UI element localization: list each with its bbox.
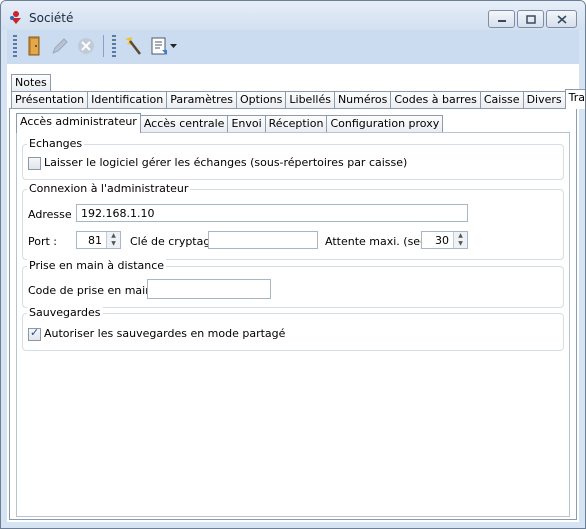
toolbar bbox=[9, 31, 180, 61]
wizard-button[interactable] bbox=[120, 33, 146, 59]
societe-window: Société Notes Présentation Identificatio… bbox=[0, 0, 586, 529]
tab-identification[interactable]: Identification bbox=[87, 91, 168, 109]
port-value: 81 bbox=[88, 234, 102, 247]
tab-libelles[interactable]: Libellés bbox=[285, 91, 335, 109]
tabs-top-row: Notes bbox=[11, 74, 51, 92]
tab-caisse[interactable]: Caisse bbox=[479, 91, 524, 109]
shared-backups-label: Autoriser les sauvegardes en mode partag… bbox=[44, 327, 286, 340]
minimize-button[interactable] bbox=[488, 10, 515, 28]
encryption-key-input[interactable] bbox=[208, 231, 318, 249]
wand-icon bbox=[125, 37, 141, 55]
subtab-acces-centrale[interactable]: Accès centrale bbox=[139, 115, 229, 133]
remote-code-input[interactable] bbox=[147, 279, 271, 299]
tab-notes[interactable]: Notes bbox=[11, 74, 51, 92]
client-area: Notes Présentation Identification Paramètr… bbox=[7, 64, 585, 522]
admin-connection-group: Connexion à l'administrateur Adresse : 1… bbox=[22, 182, 564, 260]
address-input[interactable]: 192.168.1.10 bbox=[76, 204, 468, 222]
backups-group: Sauvegardes Autoriser les sauvegardes en… bbox=[22, 306, 564, 351]
manage-exchanges-checkbox[interactable] bbox=[28, 157, 41, 170]
backups-group-title: Sauvegardes bbox=[27, 306, 103, 319]
toolbar-grip[interactable] bbox=[112, 35, 116, 57]
tab-parametres[interactable]: Paramètres bbox=[166, 91, 237, 109]
address-label: Adresse : bbox=[28, 208, 79, 221]
toolbar-area bbox=[7, 30, 579, 64]
tab-codes-a-barres[interactable]: Codes à barres bbox=[390, 91, 481, 109]
chevron-down-icon bbox=[169, 44, 177, 48]
port-spin-buttons[interactable]: ▲ ▼ bbox=[106, 232, 120, 248]
document-list-icon bbox=[151, 37, 167, 55]
spin-down-icon[interactable]: ▼ bbox=[454, 240, 467, 248]
tab-presentation[interactable]: Présentation bbox=[11, 91, 89, 109]
remote-control-group-title: Prise en main à distance bbox=[27, 259, 167, 272]
spin-down-icon[interactable]: ▼ bbox=[107, 240, 120, 248]
toolbar-separator bbox=[103, 35, 104, 57]
tab-numeros[interactable]: Numéros bbox=[333, 91, 392, 109]
timeout-spin-buttons[interactable]: ▲ ▼ bbox=[453, 232, 467, 248]
port-label: Port : bbox=[28, 235, 58, 248]
remote-code-label: Code de prise en main : bbox=[28, 284, 160, 297]
acces-admin-panel: Echanges Laisser le logiciel gérer les é… bbox=[16, 132, 570, 517]
timeout-value: 30 bbox=[435, 234, 449, 247]
minimize-icon bbox=[497, 20, 506, 22]
admin-connection-group-title: Connexion à l'administrateur bbox=[27, 182, 191, 195]
pencil-edit-icon bbox=[52, 38, 68, 54]
app-logo-icon bbox=[10, 11, 21, 24]
close-icon bbox=[556, 14, 567, 24]
report-dropdown-button[interactable] bbox=[146, 33, 180, 59]
subtab-acces-administrateur[interactable]: Accès administrateur bbox=[16, 113, 141, 133]
subtab-envoi[interactable]: Envoi bbox=[227, 115, 266, 133]
subtab-configuration-proxy[interactable]: Configuration proxy bbox=[326, 115, 444, 133]
maximize-button[interactable] bbox=[517, 10, 544, 28]
remote-control-group: Prise en main à distance Code de prise e… bbox=[22, 259, 564, 308]
tab-divers[interactable]: Divers bbox=[522, 91, 566, 109]
echanges-group-title: Echanges bbox=[27, 137, 85, 150]
port-stepper[interactable]: 81 ▲ ▼ bbox=[76, 231, 121, 249]
manage-exchanges-label: Laisser le logiciel gérer les échanges (… bbox=[44, 156, 408, 169]
cancel-icon bbox=[78, 38, 94, 54]
subtab-reception[interactable]: Réception bbox=[264, 115, 328, 133]
toolbar-grip[interactable] bbox=[13, 35, 17, 57]
tab-options[interactable]: Options bbox=[235, 91, 287, 109]
tab-transferts[interactable]: Transferts bbox=[564, 89, 585, 109]
exit-button[interactable] bbox=[21, 33, 47, 59]
window-title: Société bbox=[29, 11, 74, 25]
door-exit-icon bbox=[28, 36, 40, 56]
maximize-icon bbox=[525, 14, 536, 24]
edit-button[interactable] bbox=[47, 33, 73, 59]
timeout-stepper[interactable]: 30 ▲ ▼ bbox=[421, 231, 468, 249]
transferts-panel: Accès administrateur Accès centrale Envoi R… bbox=[9, 108, 577, 520]
cancel-button[interactable] bbox=[73, 33, 99, 59]
shared-backups-checkbox[interactable] bbox=[28, 326, 41, 341]
close-button[interactable] bbox=[546, 10, 577, 28]
title-bar[interactable]: Société bbox=[1, 1, 585, 30]
echanges-group: Echanges Laisser le logiciel gérer les é… bbox=[22, 137, 564, 180]
